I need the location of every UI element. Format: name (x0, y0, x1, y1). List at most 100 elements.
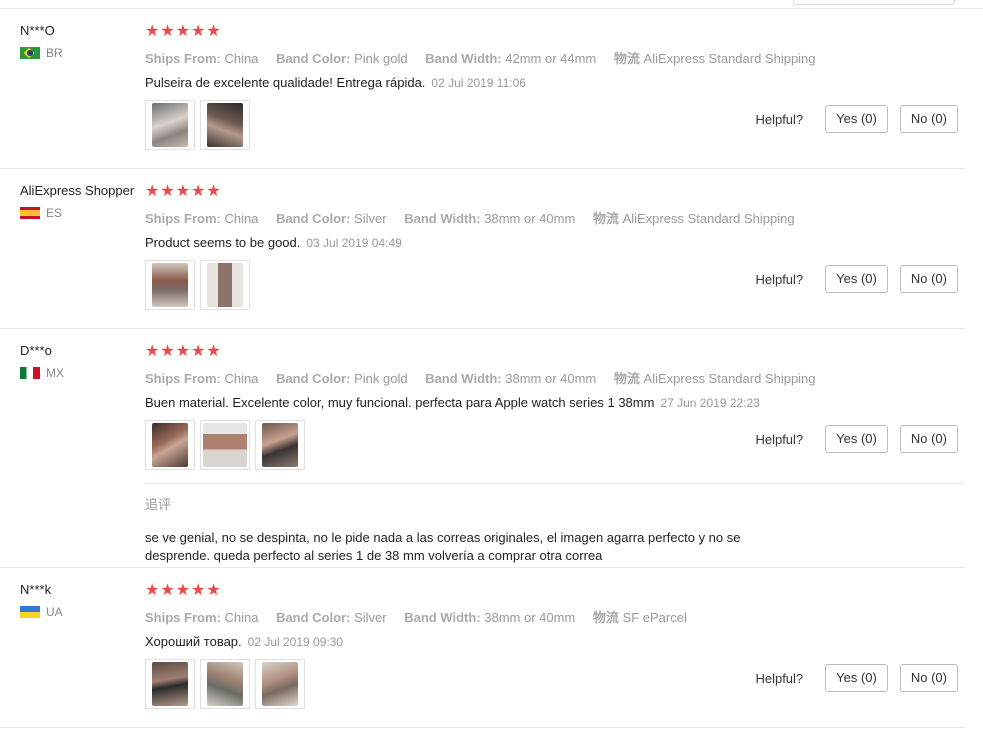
star-rating: ★★★★★ (145, 343, 222, 360)
reviewer-info: N***O BR (20, 23, 63, 60)
reviewer-info: N***k UA (20, 582, 63, 619)
helpful-vote: Helpful? Yes (0) No (0) (755, 425, 958, 453)
review-photo-thumbnail[interactable] (200, 659, 250, 709)
band-color-label: Band Color: (276, 371, 351, 386)
ships-from-value: China (224, 211, 259, 226)
review-item: N***k UA ★★★★★ Ships From: China Band Co… (0, 568, 965, 728)
brazil-flag-icon (20, 47, 40, 59)
helpful-label: Helpful? (755, 670, 804, 686)
review-item: D***o MX ★★★★★ Ships From: China Band Co… (0, 329, 965, 568)
band-width-value: 38mm or 40mm (505, 371, 597, 386)
ships-from-value: China (224, 51, 259, 66)
review-date: 03 Jul 2019 04:49 (306, 236, 402, 250)
band-width-label: Band Width: (404, 610, 481, 625)
band-width-value: 38mm or 40mm (484, 211, 576, 226)
country-code: BR (46, 46, 63, 60)
star-rating: ★★★★★ (145, 582, 222, 599)
band-color-label: Band Color: (276, 610, 351, 625)
shipping-label: 物流 (613, 371, 640, 386)
mexico-flag-icon (20, 367, 40, 379)
band-color-value: Pink gold (354, 371, 408, 386)
ships-from-label: Ships From: (145, 51, 221, 66)
review-date: 27 Jun 2019 22:23 (660, 396, 760, 410)
band-color-value: Pink gold (354, 51, 408, 66)
helpful-yes-button[interactable]: Yes (0) (825, 265, 888, 293)
country-code: ES (46, 206, 63, 220)
reviewer-country: MX (20, 366, 64, 380)
helpful-yes-button[interactable]: Yes (0) (825, 425, 888, 453)
shipping-value: SF eParcel (622, 610, 687, 625)
helpful-no-button[interactable]: No (0) (899, 105, 958, 133)
helpful-no-button[interactable]: No (0) (899, 425, 958, 453)
ships-from-label: Ships From: (145, 371, 221, 386)
reviewer-info: AliExpress Shopper ES (20, 183, 134, 220)
follow-up-review: 追评 se ve genial, no se despinta, no le p… (145, 483, 965, 565)
spain-flag-icon (20, 207, 40, 219)
helpful-no-button[interactable]: No (0) (899, 265, 958, 293)
sort-dropdown[interactable] (793, 0, 955, 5)
reviewer-country: ES (20, 206, 134, 220)
country-code: MX (46, 366, 64, 380)
star-rating: ★★★★★ (145, 183, 222, 200)
review-text: Product seems to be good. 03 Jul 2019 04:… (145, 235, 965, 250)
order-attributes: Ships From: China Band Color: Silver Ban… (145, 607, 965, 626)
review-date: 02 Jul 2019 09:30 (247, 635, 344, 649)
review-photo-thumbnail[interactable] (145, 420, 195, 470)
review-body: Product seems to be good. (145, 235, 301, 250)
shipping-label: 物流 (613, 51, 640, 66)
review-photo-thumbnail[interactable] (200, 260, 250, 310)
order-attributes: Ships From: China Band Color: Pink gold … (145, 368, 965, 387)
shipping-label: 物流 (592, 610, 619, 625)
band-width-label: Band Width: (425, 371, 502, 386)
helpful-yes-button[interactable]: Yes (0) (825, 664, 888, 692)
review-text: Buen material. Excelente color, muy func… (145, 395, 965, 410)
helpful-vote: Helpful? Yes (0) No (0) (755, 265, 958, 293)
review-text: Хороший товар. 02 Jul 2019 09:30 (145, 634, 965, 649)
reviewer-info: D***o MX (20, 343, 64, 380)
ships-from-value: China (224, 371, 259, 386)
review-photo-thumbnail[interactable] (200, 420, 250, 470)
review-item: AliExpress Shopper ES ★★★★★ Ships From: … (0, 169, 965, 329)
review-photo-thumbnail[interactable] (145, 260, 195, 310)
helpful-yes-button[interactable]: Yes (0) (825, 105, 888, 133)
reviewer-name: N***k (20, 582, 52, 597)
shipping-value: AliExpress Standard Shipping (622, 211, 795, 226)
reviewer-name: N***O (20, 23, 55, 38)
shipping-value: AliExpress Standard Shipping (643, 51, 816, 66)
helpful-vote: Helpful? Yes (0) No (0) (755, 664, 958, 692)
reviewer-name: D***o (20, 343, 52, 358)
follow-up-title: 追评 (145, 497, 172, 512)
review-photo-thumbnail[interactable] (255, 420, 305, 470)
helpful-no-button[interactable]: No (0) (899, 664, 958, 692)
review-body: Buen material. Excelente color, muy func… (145, 395, 655, 410)
review-body: Pulseira de excelente qualidade! Entrega… (145, 75, 426, 90)
band-color-label: Band Color: (276, 211, 351, 226)
review-photo-thumbnail[interactable] (255, 659, 305, 709)
review-photo-thumbnail[interactable] (145, 659, 195, 709)
helpful-label: Helpful? (755, 111, 804, 127)
shipping-label: 物流 (592, 211, 619, 226)
country-code: UA (46, 605, 63, 619)
band-color-value: Silver (354, 211, 387, 226)
helpful-vote: Helpful? Yes (0) No (0) (755, 105, 958, 133)
reviewer-country: UA (20, 605, 63, 619)
review-photo-thumbnail[interactable] (145, 100, 195, 150)
band-color-label: Band Color: (276, 51, 351, 66)
helpful-label: Helpful? (755, 271, 804, 287)
review-body: Хороший товар. (145, 634, 242, 649)
review-item: N***O BR ★★★★★ Ships From: China Band Co… (0, 9, 965, 169)
review-photo-thumbnail[interactable] (200, 100, 250, 150)
ships-from-label: Ships From: (145, 211, 221, 226)
reviewer-name: AliExpress Shopper (20, 183, 135, 198)
band-color-value: Silver (354, 610, 387, 625)
ukraine-flag-icon (20, 606, 40, 618)
review-date: 02 Jul 2019 11:06 (431, 76, 526, 90)
order-attributes: Ships From: China Band Color: Silver Ban… (145, 208, 965, 227)
follow-up-text: se ve genial, no se despinta, no le pide… (145, 530, 741, 563)
band-width-label: Band Width: (404, 211, 481, 226)
band-width-label: Band Width: (425, 51, 502, 66)
reviewer-country: BR (20, 46, 63, 60)
shipping-value: AliExpress Standard Shipping (643, 371, 816, 386)
ships-from-value: China (224, 610, 259, 625)
order-attributes: Ships From: China Band Color: Pink gold … (145, 48, 965, 67)
